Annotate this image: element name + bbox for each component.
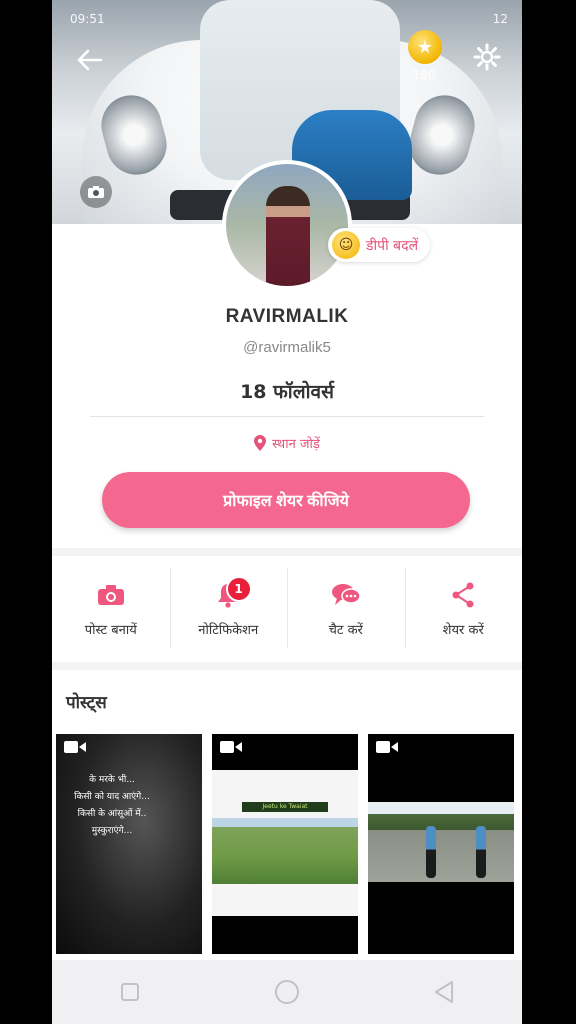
- action-bar: पोस्ट बनायें 1 नोटिफिकेशन चैट करें शेयर …: [52, 556, 522, 662]
- avatar-person: [266, 186, 310, 286]
- status-battery: 12: [492, 12, 508, 26]
- square-icon[interactable]: [115, 977, 145, 1007]
- cover-camera-icon[interactable]: [80, 176, 112, 208]
- video-icon: [220, 741, 242, 753]
- caption-line: मुस्कुराएंगे...: [91, 826, 133, 836]
- notifications-label: नोटिफिकेशन: [198, 623, 259, 638]
- post-caption: के मरके भी... किसी को याद आएंगे... किसी …: [62, 772, 162, 840]
- post-banner: Jeetu ke Twaiat: [242, 802, 328, 812]
- caption-line: किसी के आंसूओं में..: [77, 809, 147, 819]
- post-thumbnail[interactable]: [368, 734, 514, 954]
- caption-line: किसी को याद आएंगे...: [74, 792, 150, 802]
- add-location-label: स्थान जोड़ें: [272, 437, 320, 452]
- share-profile-button[interactable]: प्रोफाइल शेयर कीजिये: [102, 472, 470, 528]
- chat-action[interactable]: चैट करें: [287, 556, 405, 662]
- field-image: [212, 818, 358, 884]
- video-icon: [376, 741, 398, 753]
- avatar[interactable]: [222, 160, 352, 290]
- triangle-back-icon[interactable]: [429, 977, 459, 1007]
- profile-screen: 09:51 12 ★ 180 ☺ डीपी बदलें RAVIRMALIK @…: [52, 0, 522, 1024]
- share-icon: [448, 580, 478, 610]
- figure-person: [476, 826, 486, 878]
- create-post-label: पोस्ट बनायें: [84, 623, 137, 638]
- notification-badge: 1: [225, 576, 252, 602]
- camera-icon: [96, 580, 126, 610]
- location-pin-icon: [254, 435, 267, 451]
- coin-icon[interactable]: ★: [408, 30, 442, 64]
- caption-line: के मरके भी...: [89, 775, 135, 785]
- profile-handle: @ravirmalik5: [243, 339, 331, 356]
- profile-username: RAVIRMALIK: [225, 306, 349, 327]
- system-navbar: [52, 960, 522, 1024]
- grin-emoji-icon: ☺: [332, 231, 360, 259]
- post-image: [368, 802, 514, 882]
- post-thumbnail[interactable]: के मरके भी... किसी को याद आएंगे... किसी …: [56, 734, 202, 954]
- figure-person: [426, 826, 436, 878]
- followers-count[interactable]: 18 फॉलोवर्स: [52, 378, 522, 404]
- status-time: 09:51: [70, 12, 105, 26]
- coin-count: 180: [412, 68, 436, 82]
- notifications-action[interactable]: 1 नोटिफिकेशन: [169, 556, 288, 662]
- video-icon: [64, 741, 86, 753]
- divider: [90, 416, 484, 417]
- share-action[interactable]: शेयर करें: [404, 556, 523, 662]
- change-dp-label: डीपी बदलें: [366, 237, 419, 254]
- chat-label: चैट करें: [328, 623, 363, 638]
- status-bar: 09:51 12: [52, 6, 522, 34]
- share-label: शेयर करें: [442, 623, 484, 638]
- posts-title: पोस्ट्स: [66, 693, 107, 713]
- change-dp-button[interactable]: ☺ डीपी बदलें: [328, 228, 431, 262]
- post-image: Jeetu ke Twaiat: [212, 770, 358, 916]
- circle-icon[interactable]: [272, 977, 302, 1007]
- back-arrow-icon[interactable]: [72, 42, 108, 78]
- post-thumbnail[interactable]: Jeetu ke Twaiat: [212, 734, 358, 954]
- chat-icon: [331, 580, 361, 610]
- create-post-action[interactable]: पोस्ट बनायें: [52, 556, 170, 662]
- posts-section: पोस्ट्स के मरके भी... किसी को याद आएंगे.…: [52, 670, 522, 960]
- add-location-link[interactable]: स्थान जोड़ें: [52, 434, 522, 452]
- gear-icon[interactable]: [470, 40, 504, 74]
